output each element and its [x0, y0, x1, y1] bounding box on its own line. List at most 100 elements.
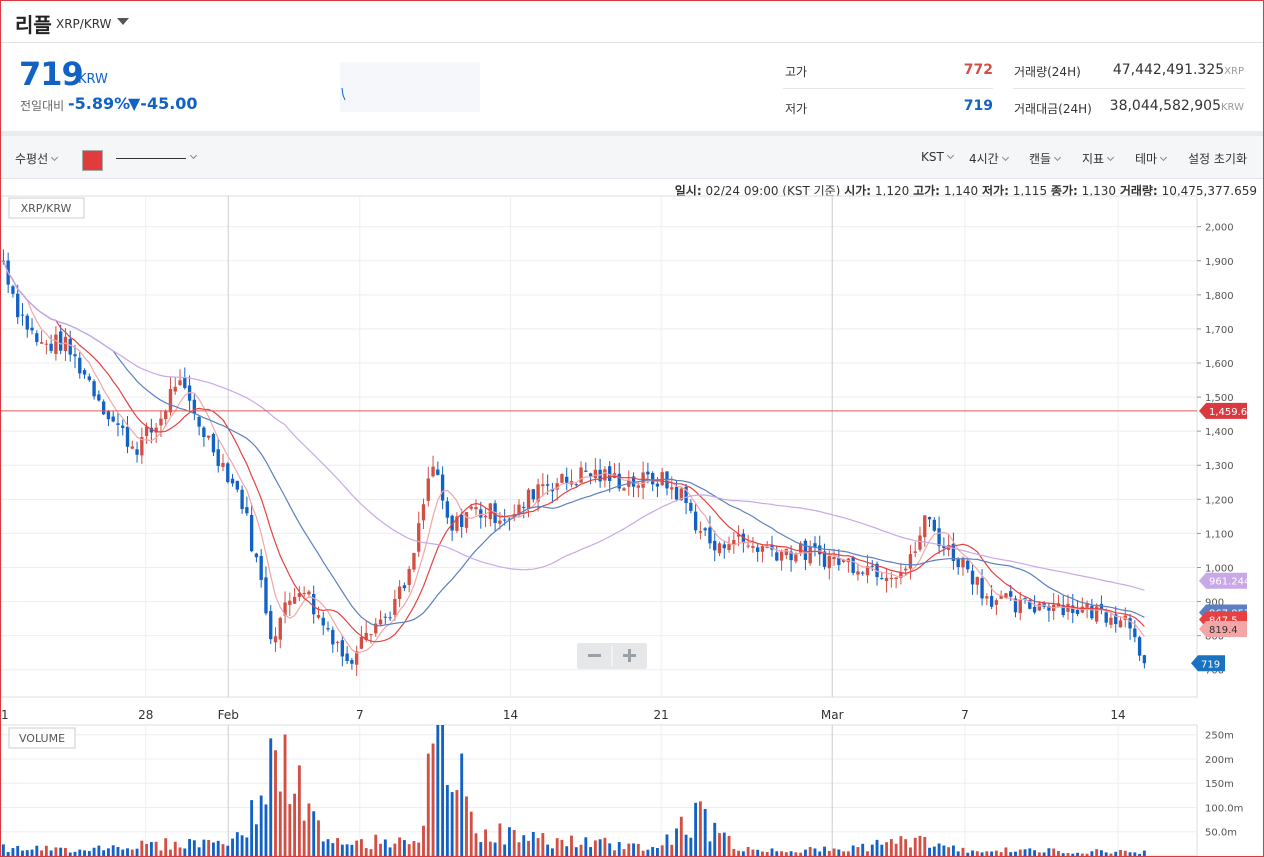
- candle-body: [97, 394, 101, 401]
- volume-bar: [293, 793, 297, 856]
- price-chart[interactable]: 2,000 1,900 1,800 1,700 1,600 1,500 1,400 1,300…: [1, 1, 1263, 856]
- volume-bar: [360, 839, 363, 856]
- candle-body: [11, 286, 15, 294]
- volume-bar: [264, 804, 268, 856]
- ma-value-flag-label: 961.244: [1209, 577, 1250, 588]
- volume-bar: [770, 848, 774, 856]
- volume-bar: [269, 738, 273, 856]
- volume-bar: [202, 839, 206, 856]
- volume-bar: [402, 840, 406, 856]
- volume-bar: [923, 836, 927, 856]
- volume-bar: [589, 847, 593, 856]
- candle-body: [1128, 618, 1132, 629]
- volume-bar: [140, 840, 144, 856]
- volume-bar: [937, 843, 941, 856]
- volume-bar: [231, 838, 234, 856]
- volume-bar: [44, 845, 48, 856]
- candle-body: [760, 546, 765, 552]
- candle-body: [832, 557, 836, 560]
- candle-body: [966, 560, 970, 570]
- volume-bar: [126, 848, 129, 856]
- volume-bar: [746, 846, 750, 856]
- candle-body: [483, 515, 488, 518]
- candle-body: [1037, 603, 1042, 611]
- volume-bar: [422, 825, 425, 856]
- volume-bar: [823, 846, 826, 856]
- candle-body: [92, 381, 96, 397]
- volume-bar: [321, 841, 325, 856]
- volume-bar: [21, 850, 24, 856]
- volume-bar: [16, 846, 20, 856]
- candle-body: [655, 483, 660, 487]
- candle-body: [121, 425, 125, 428]
- zoom-in-icon: [628, 649, 631, 662]
- zoom-out-icon[interactable]: [588, 654, 601, 657]
- candle-body: [894, 577, 898, 580]
- volume-bar: [555, 838, 559, 856]
- volume-bar: [780, 851, 783, 856]
- candle-body: [646, 471, 650, 475]
- candle-body: [206, 435, 211, 438]
- volume-bar: [6, 852, 10, 856]
- candle-body: [937, 528, 941, 547]
- candle-body: [975, 576, 979, 585]
- volume-bar: [149, 842, 153, 856]
- volume-bar: [106, 848, 110, 856]
- volume-bar: [326, 839, 330, 856]
- volume-bar: [169, 849, 172, 856]
- volume-bar: [722, 832, 726, 856]
- exchange-frame: { "header":{"coin_name":"리플","pair":"XRP…: [0, 0, 1264, 857]
- volume-bar: [718, 833, 721, 856]
- volume-bar: [947, 847, 951, 856]
- volume-bar: [560, 839, 564, 856]
- volume-bar: [1109, 853, 1113, 856]
- volume-bar: [274, 750, 277, 856]
- candle-body: [1032, 606, 1037, 613]
- volume-title: VOLUME: [19, 732, 65, 745]
- candle-body: [574, 484, 578, 486]
- volume-bar: [508, 827, 511, 856]
- candle-body: [125, 426, 130, 447]
- candle-body: [541, 484, 545, 487]
- y-tick-label: 1,900: [1205, 257, 1234, 268]
- volume-bar: [1090, 851, 1094, 856]
- candle-body: [68, 338, 72, 355]
- volume-bar: [221, 844, 225, 856]
- candle-body: [445, 501, 450, 518]
- volume-bar: [398, 837, 402, 856]
- candle-body: [717, 543, 722, 554]
- candle-body: [1137, 637, 1142, 656]
- volume-bar: [632, 843, 635, 856]
- y-tick-label: 1,500: [1205, 393, 1234, 404]
- volume-bar: [350, 844, 354, 856]
- volume-bar: [531, 831, 535, 856]
- volume-bar: [799, 852, 803, 856]
- volume-bar: [173, 841, 177, 856]
- candle-body: [54, 334, 58, 354]
- candle-body: [116, 423, 120, 425]
- volume-bar: [990, 851, 994, 856]
- candle-body: [230, 478, 235, 484]
- candle-body: [756, 547, 760, 552]
- volume-bar: [207, 839, 211, 856]
- candle-body: [307, 591, 311, 595]
- candle-body: [164, 410, 168, 420]
- volume-bar: [336, 838, 340, 856]
- volume-bar: [240, 835, 244, 856]
- candle-body: [918, 535, 922, 550]
- volume-bar: [1104, 852, 1108, 856]
- candle-body: [818, 545, 822, 555]
- volume-bar: [1114, 851, 1118, 856]
- volume-bar: [737, 850, 741, 856]
- volume-bar: [999, 852, 1003, 856]
- volume-bar: [102, 850, 106, 856]
- candle-body: [326, 628, 330, 630]
- candle-body: [1075, 609, 1080, 615]
- volume-bar: [980, 852, 984, 856]
- candle-body: [269, 611, 273, 640]
- volume-bar: [1119, 850, 1122, 856]
- candle-body: [402, 585, 407, 589]
- volume-bar: [159, 850, 163, 856]
- x-tick-label: Mar: [821, 708, 844, 722]
- volume-bar: [1023, 849, 1027, 856]
